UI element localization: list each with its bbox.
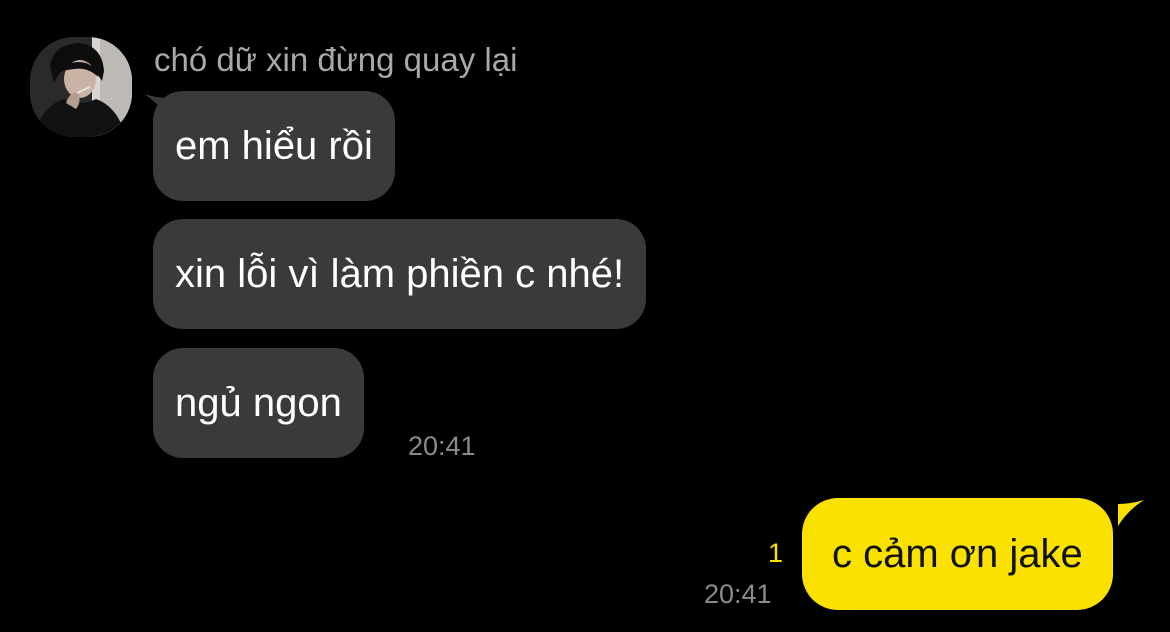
sender-name: chó dữ xin đừng quay lại <box>154 41 518 78</box>
message-text: em hiểu rồi <box>175 124 373 168</box>
sender-avatar[interactable] <box>30 37 132 137</box>
message-text: ngủ ngon <box>175 381 342 425</box>
message-text: xin lỗi vì làm phiền c nhé! <box>175 252 625 296</box>
unread-count-badge: 1 <box>768 538 784 568</box>
incoming-message-bubble[interactable]: xin lỗi vì làm phiền c nhé! <box>153 219 647 329</box>
incoming-message-timestamp: 20:41 <box>408 431 476 461</box>
incoming-message-bubble[interactable]: ngủ ngon <box>153 348 364 458</box>
outgoing-message-bubble[interactable]: c cảm ơn jake <box>802 498 1113 610</box>
outgoing-message-timestamp: 20:41 <box>704 579 772 609</box>
outgoing-bubble-tail <box>1118 500 1144 526</box>
avatar-photo-icon <box>30 37 132 137</box>
message-text: c cảm ơn jake <box>832 532 1083 576</box>
incoming-message-bubble[interactable]: em hiểu rồi <box>153 91 395 201</box>
